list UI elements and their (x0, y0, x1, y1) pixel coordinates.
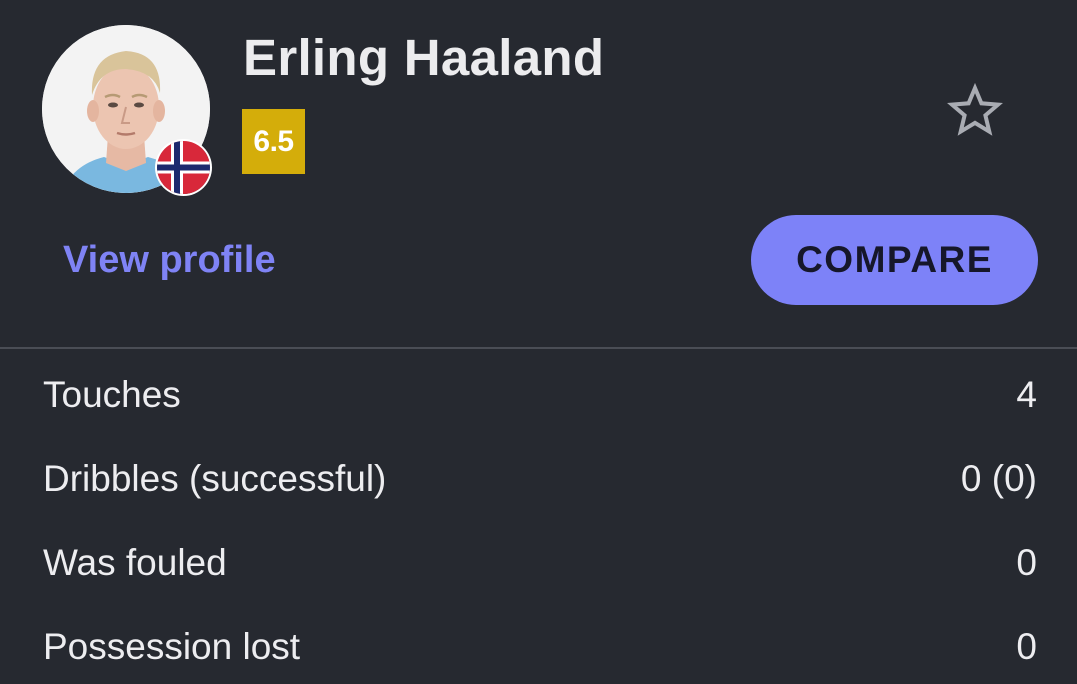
stat-row-touches: Touches 4 (0, 353, 1077, 437)
stat-label: Was fouled (43, 542, 227, 583)
favorite-star-icon[interactable] (946, 82, 1004, 140)
section-divider (0, 347, 1077, 349)
view-profile-link[interactable]: View profile (63, 236, 276, 284)
stat-row-was-fouled: Was fouled 0 (0, 521, 1077, 605)
stats-list: Touches 4 Dribbles (successful) 0 (0) Wa… (0, 353, 1077, 684)
stat-value: 0 (1016, 626, 1037, 667)
compare-button[interactable]: COMPARE (751, 215, 1038, 305)
stat-row-possession-lost: Possession lost 0 (0, 605, 1077, 684)
rating-badge: 6.5 (242, 109, 305, 174)
norway-flag-icon (157, 141, 210, 194)
player-name: Erling Haaland (243, 29, 605, 86)
stat-label: Possession lost (43, 626, 301, 667)
stat-label: Touches (43, 374, 181, 415)
stat-label: Dribbles (successful) (43, 458, 387, 499)
stat-value: 0 (1016, 542, 1037, 583)
stat-value: 4 (1016, 374, 1037, 415)
player-card: Erling Haaland 6.5 View profile COMPARE … (0, 0, 1077, 684)
stat-row-dribbles: Dribbles (successful) 0 (0) (0, 437, 1077, 521)
stat-value: 0 (0) (960, 458, 1037, 499)
